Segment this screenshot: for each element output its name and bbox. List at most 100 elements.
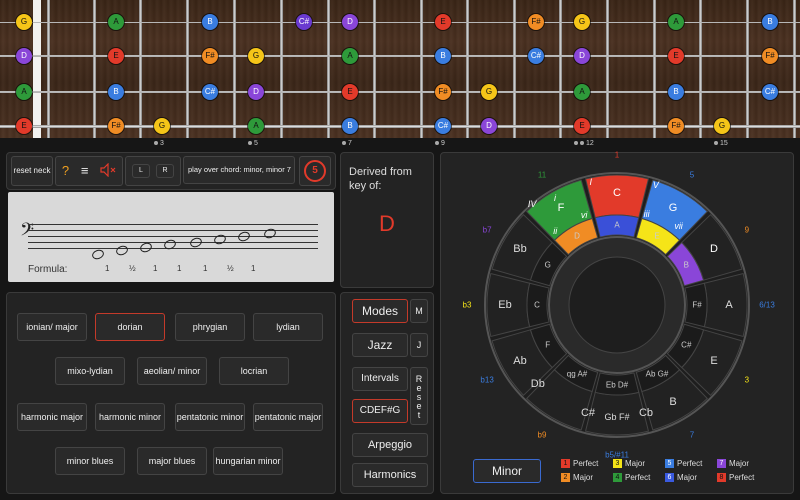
fret-note[interactable]: E: [574, 118, 590, 134]
reset-neck-button[interactable]: reset neck: [11, 156, 53, 186]
fret-note[interactable]: A: [108, 14, 124, 30]
fret-note[interactable]: A: [668, 14, 684, 30]
string-count-value: 5: [304, 160, 326, 182]
fret-note[interactable]: G: [16, 14, 32, 30]
fret-note[interactable]: C#: [202, 84, 218, 100]
fret-note[interactable]: C#: [762, 84, 778, 100]
fret-note[interactable]: E: [668, 48, 684, 64]
minor-key-label: C#: [681, 340, 692, 350]
string-count-button[interactable]: 5: [299, 156, 331, 186]
fret-note[interactable]: F#: [668, 118, 684, 134]
derived-key: D: [379, 211, 395, 236]
major-key-label: A: [725, 299, 733, 311]
scale-button[interactable]: hungarian minor: [213, 447, 283, 475]
degree-label: b3: [462, 300, 472, 310]
scale-button[interactable]: phrygian: [175, 313, 245, 341]
fret-note[interactable]: F#: [762, 48, 778, 64]
fret-note[interactable]: B: [762, 14, 778, 30]
formula-step: 1: [203, 264, 208, 273]
minor-key-label: qg A#: [566, 369, 588, 379]
menu-icon[interactable]: ≡: [81, 164, 89, 177]
fretboard[interactable]: G A B C# D E F# G A B D E F# G A B C# D E F# A B C# D E F# G A B C# E F…: [0, 0, 800, 138]
fret-note[interactable]: D: [248, 84, 264, 100]
formula-step: 1: [153, 264, 158, 273]
scale-button[interactable]: pentatonic major: [253, 403, 323, 431]
fret-note[interactable]: A: [342, 48, 358, 64]
fret-note[interactable]: D: [574, 48, 590, 64]
fret-note[interactable]: C#: [528, 48, 544, 64]
fret-note[interactable]: E: [342, 84, 358, 100]
major-key-label: F: [557, 202, 565, 214]
mute-speaker-icon[interactable]: [100, 162, 116, 179]
derived-label: Derived from key of:: [349, 166, 412, 192]
scale-button[interactable]: lydian: [253, 313, 323, 341]
left-hand-button[interactable]: L: [132, 164, 150, 178]
scale-button[interactable]: dorian: [95, 313, 165, 341]
harmonics-button[interactable]: Harmonics: [352, 463, 428, 487]
notation-button[interactable]: CDEF#G: [352, 399, 408, 423]
fret-note[interactable]: D: [342, 14, 358, 30]
fret-note[interactable]: A: [16, 84, 32, 100]
scale-button[interactable]: mixo-lydian: [55, 357, 125, 385]
roman-numeral-label: ii: [553, 226, 558, 237]
scale-button[interactable]: major blues: [137, 447, 207, 475]
fret-note[interactable]: G: [248, 48, 264, 64]
degree-label: b13: [480, 375, 494, 385]
right-hand-button[interactable]: R: [156, 164, 174, 178]
scale-button[interactable]: minor blues: [55, 447, 125, 475]
degree-label: 5: [689, 170, 695, 180]
fret-note[interactable]: B: [108, 84, 124, 100]
scale-button[interactable]: aeolian/ minor: [137, 357, 207, 385]
major-key-label: Cb: [638, 407, 654, 420]
intervals-button[interactable]: Intervals: [352, 367, 408, 391]
fret-note[interactable]: F#: [202, 48, 218, 64]
major-key-label: E: [710, 355, 718, 367]
interval-quality-label: Perfect: [625, 473, 651, 482]
fret-note[interactable]: A: [574, 84, 590, 100]
degree-label: 3: [744, 375, 750, 385]
fret-note[interactable]: E: [16, 118, 32, 134]
reset-button[interactable]: Reset: [410, 367, 428, 425]
minor-button[interactable]: Minor: [473, 459, 541, 483]
jazz-j-button[interactable]: J: [410, 333, 428, 357]
major-key-label: Bb: [513, 243, 527, 255]
fret-note[interactable]: D: [481, 118, 497, 134]
interval-quality-label: Major: [573, 473, 594, 482]
fret-note[interactable]: C#: [296, 14, 312, 30]
fret-note[interactable]: B: [435, 48, 451, 64]
scale-button[interactable]: harmonic minor: [95, 403, 165, 431]
modes-m-button[interactable]: M: [410, 299, 428, 323]
scale-button[interactable]: locrian: [219, 357, 289, 385]
modes-button[interactable]: Modes: [352, 299, 408, 323]
fret-note[interactable]: F#: [435, 84, 451, 100]
staff-note: [138, 241, 154, 254]
fret-note[interactable]: B: [668, 84, 684, 100]
chord-info: play over chord: minor, minor 7: [183, 156, 295, 184]
fret-note[interactable]: E: [108, 48, 124, 64]
fret-note[interactable]: A: [248, 118, 264, 134]
scale-button[interactable]: harmonic major: [17, 403, 87, 431]
interval-quality-label: Perfect: [573, 459, 599, 468]
fret-note[interactable]: C#: [435, 118, 451, 134]
fret-note[interactable]: F#: [528, 14, 544, 30]
help-icon[interactable]: ?: [62, 164, 69, 177]
degree-label: b7: [482, 225, 492, 235]
scale-button[interactable]: ionian/ major: [17, 313, 87, 341]
fret-note[interactable]: B: [342, 118, 358, 134]
major-key-label: Eb: [498, 299, 512, 311]
fret-note[interactable]: G: [714, 118, 730, 134]
scale-button[interactable]: pentatonic minor: [175, 403, 245, 431]
center-disc: [568, 256, 666, 354]
fret-note[interactable]: G: [481, 84, 497, 100]
fret-note[interactable]: F#: [108, 118, 124, 134]
fret-note[interactable]: G: [154, 118, 170, 134]
fret-note[interactable]: B: [202, 14, 218, 30]
fret-note[interactable]: D: [16, 48, 32, 64]
fret-note[interactable]: G: [574, 14, 590, 30]
fret-note[interactable]: E: [435, 14, 451, 30]
fret-marker-label: 5: [254, 140, 258, 147]
arpeggio-button[interactable]: Arpeggio: [352, 433, 428, 457]
jazz-button[interactable]: Jazz: [352, 333, 408, 357]
fret-marker: 9: [435, 140, 445, 147]
staff-note: [236, 230, 252, 243]
